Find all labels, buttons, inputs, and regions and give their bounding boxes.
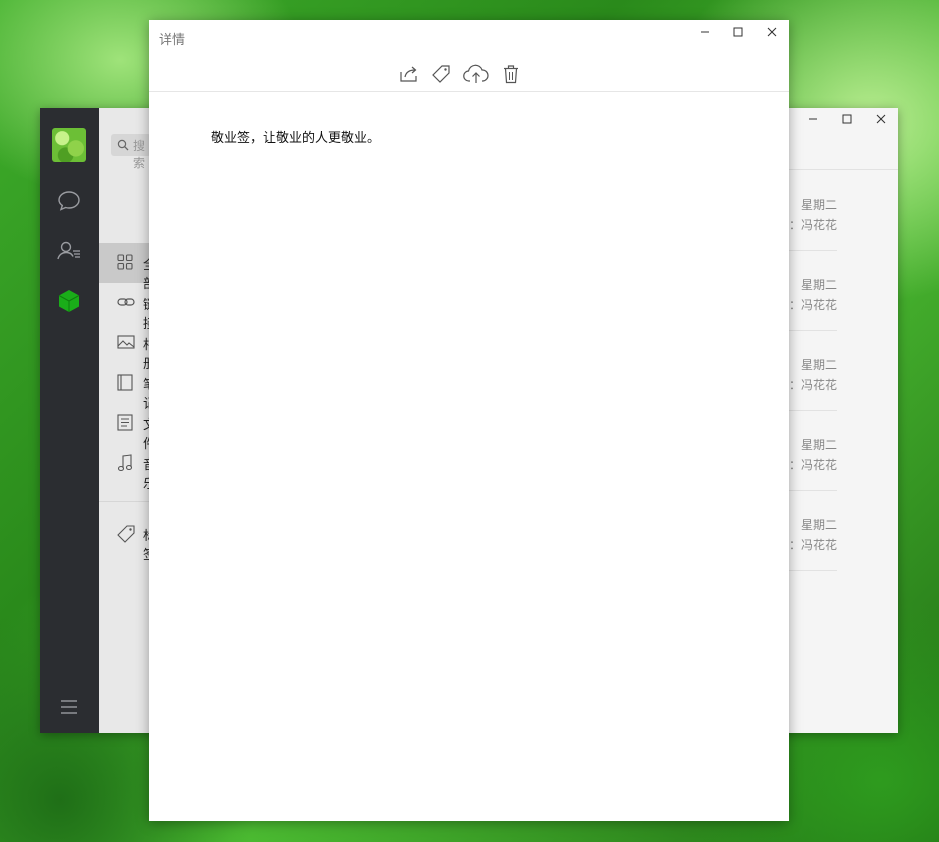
tag-icon [117,525,135,543]
list-item-from: ：冯花花 [788,378,837,392]
list-item-day: 星期二 [800,278,837,292]
left-sidebar [40,108,99,733]
list-item-from: ：冯花花 [788,298,837,312]
list-item[interactable]: 星期二 ：冯花花 [789,250,837,331]
fav-item-tags[interactable]: 标签 [99,514,149,563]
list-item[interactable]: 星期二 ：冯花花 [789,490,837,571]
music-icon [117,454,133,472]
main-close-button[interactable] [873,113,889,129]
favorites-column: 搜索 全部 链接 相册 笔记 文件 音乐 标签 [99,108,151,733]
note-content[interactable]: 敬业签，让敬业的人更敬业。 [211,127,380,146]
search-icon [117,139,129,151]
fav-item-files[interactable]: 文件 [99,403,149,452]
detail-close-button[interactable] [764,26,780,42]
search-input[interactable]: 搜索 [111,134,151,170]
share-icon[interactable] [399,64,419,84]
contacts-icon[interactable] [56,238,82,264]
menu-icon[interactable] [56,694,82,720]
list-item[interactable]: 星期二 ：冯花花 [789,170,837,251]
tag-icon[interactable] [431,64,451,84]
chat-icon[interactable] [56,188,82,214]
toolbar-divider [149,91,789,92]
detail-window: 详情 敬业签，让敬业的人更敬业。 [149,20,789,821]
grid-icon [117,254,133,270]
cloud-upload-icon[interactable] [463,64,489,84]
list-item-day: 星期二 [800,438,837,452]
link-icon [117,298,135,306]
list-item-from: ：冯花花 [788,218,837,232]
list-item-from: ：冯花花 [788,538,837,552]
menu-divider [99,501,149,502]
fav-item-links[interactable]: 链接 [99,283,149,332]
list-item-day: 星期二 [800,198,837,212]
detail-maximize-button[interactable] [730,26,746,42]
notebook-icon [117,374,133,391]
fav-item-notes[interactable]: 笔记 [99,363,149,412]
document-icon [117,414,133,431]
list-item[interactable]: 星期二 ：冯花花 [789,410,837,491]
list-item-day: 星期二 [800,518,837,532]
fav-item-all[interactable]: 全部 [99,243,149,292]
detail-window-title: 详情 [159,33,186,48]
main-maximize-button[interactable] [839,113,855,129]
trash-icon[interactable] [501,64,521,84]
list-item-from: ：冯花花 [788,458,837,472]
image-icon [117,335,135,349]
detail-minimize-button[interactable] [697,26,713,42]
list-item[interactable]: 星期二 ：冯花花 [789,330,837,411]
favorites-cube-icon[interactable] [56,288,82,314]
list-item-day: 星期二 [800,358,837,372]
main-minimize-button[interactable] [805,113,821,129]
fav-item-music[interactable]: 音乐 [99,443,149,492]
fav-item-images[interactable]: 相册 [99,323,149,372]
avatar[interactable] [52,128,86,162]
